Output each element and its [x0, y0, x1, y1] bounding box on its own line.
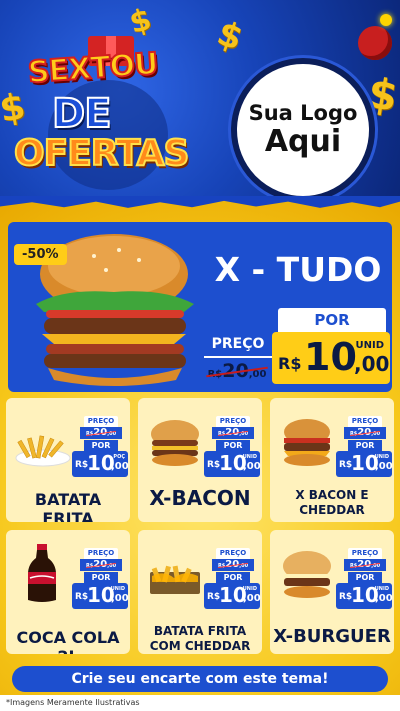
spark-icon: [380, 14, 392, 26]
old-price: R$20,00: [202, 360, 272, 382]
old-price-int: 20: [225, 427, 240, 438]
fries-cheddar-icon: [150, 565, 200, 594]
headline-line2: DE: [51, 91, 113, 137]
create-flyer-button[interactable]: Crie seu encarte com este tema!: [12, 666, 388, 692]
old-price: R$20,00: [344, 559, 386, 571]
price-label: PREÇO: [216, 416, 250, 427]
old-price: R$20,00: [344, 427, 386, 439]
product-name: BATATA FRITA COM CHEDDAR: [149, 624, 251, 653]
sale-label: POR: [84, 572, 118, 583]
sale-price: UNID R$ 10 ,00: [204, 583, 261, 609]
logo-text-line1: Sua Logo: [248, 100, 358, 125]
old-price: R$20,00: [80, 427, 122, 439]
fries-icon: [15, 435, 71, 467]
price-label: PREÇO: [84, 416, 118, 427]
featured-product-card[interactable]: -50% X - TUDO PREÇO R$20,00 POR UNID R$ …: [8, 222, 392, 392]
product-card[interactable]: PREÇO R$20,00 POR UNID R$ 10 ,00 X BACON…: [270, 398, 394, 522]
price-dec: ,00: [375, 593, 393, 604]
product-name: X-BACON: [149, 486, 251, 510]
discount-badge: -50%: [14, 244, 67, 265]
price-label-text: PREÇO: [211, 336, 265, 352]
logo-placeholder[interactable]: Sua Logo Aqui: [231, 58, 375, 202]
price-label: PREÇO: [204, 336, 272, 358]
old-price: R$20,00: [212, 427, 254, 439]
unit-label: UNID: [355, 340, 384, 351]
logo-text-line2: Aqui: [264, 124, 342, 160]
disclaimer: *Imagens Meramente Ilustrativas: [0, 695, 400, 711]
price-label: PREÇO: [84, 548, 118, 559]
price-dec: ,00: [111, 461, 129, 472]
old-price-int: 20: [357, 559, 372, 570]
old-price-dec: ,00: [248, 369, 267, 380]
product-card[interactable]: PREÇO R$20,00 POR UNID R$ 10 ,00 X-BURGU…: [270, 530, 394, 654]
price-dec: ,00: [375, 461, 393, 472]
old-price-dec: ,00: [371, 563, 381, 569]
sale-label: POR: [278, 308, 386, 332]
featured-product-name: X - TUDO: [214, 250, 382, 289]
burger-icon: [151, 420, 199, 466]
sale-price: UNID R$ 10 ,00: [72, 583, 129, 609]
old-price-dec: ,00: [371, 431, 381, 437]
burger-icon: [283, 551, 331, 598]
soda-bottle-icon: [28, 544, 56, 602]
sale-label: POR: [84, 440, 118, 451]
divider: [204, 356, 272, 358]
header: $ $ $ $ SEXTOU DE OFERTAS Sua Logo Aqui: [0, 0, 400, 208]
price-currency: R$: [278, 354, 302, 373]
bomb-icon: [358, 26, 392, 60]
sale-price: UNID R$ 10 ,00: [204, 451, 261, 477]
price-dec: ,00: [243, 593, 261, 604]
unit-label: POÇ: [113, 454, 125, 460]
old-price-dec: ,00: [239, 563, 249, 569]
price-label: PREÇO: [348, 548, 382, 559]
price-label: PREÇO: [348, 416, 382, 427]
old-price-dec: ,00: [239, 431, 249, 437]
product-card[interactable]: PREÇO R$20,00 POR UNID R$ 10 ,00 X-BACON: [138, 398, 262, 522]
burger-icon: [284, 419, 330, 466]
old-price-int: 20: [93, 559, 108, 570]
sale-label: POR: [348, 572, 382, 583]
price-dec: ,00: [354, 352, 390, 376]
price-label: PREÇO: [216, 548, 250, 559]
headline-line1: SEXTOU: [26, 46, 160, 92]
headline: SEXTOU DE OFERTAS: [8, 36, 213, 196]
product-card[interactable]: PREÇO R$20,00 POR UNID R$ 10 ,00 BATATA …: [138, 530, 262, 654]
product-card[interactable]: PREÇO R$20,00 POR UNID R$ 10 ,00 COCA CO…: [6, 530, 130, 654]
old-price: R$20,00: [80, 559, 122, 571]
price-int: 10: [304, 335, 357, 379]
sale-price: POÇ R$ 10 ,00: [72, 451, 129, 477]
old-price-int: 20: [225, 559, 240, 570]
price-dec: ,00: [243, 461, 261, 472]
product-card[interactable]: PREÇO R$20,00 POR POÇ R$ 10 ,00 BATATA F…: [6, 398, 130, 522]
headline-line3: OFERTAS: [13, 133, 190, 174]
flyer-page: $ $ $ $ SEXTOU DE OFERTAS Sua Logo Aqui: [0, 0, 400, 711]
old-price-currency: R$: [207, 369, 223, 380]
product-name: COCA COLA 2L: [16, 628, 120, 654]
product-name: X BACON E CHEDDAR: [295, 488, 369, 517]
price-dec: ,00: [111, 593, 129, 604]
old-price-dec: ,00: [107, 431, 117, 437]
old-price-dec: ,00: [107, 563, 117, 569]
dollar-icon: $: [211, 13, 248, 59]
sale-label: POR: [348, 440, 382, 451]
sale-label: POR: [216, 572, 250, 583]
product-name: BATATA FRITA: [34, 490, 102, 522]
product-name: X-BURGUER: [273, 626, 391, 647]
sale-label: POR: [216, 440, 250, 451]
old-price: R$20,00: [212, 559, 254, 571]
old-price-int: 20: [357, 427, 372, 438]
sale-price: UNID R$ 10 ,00: [336, 583, 393, 609]
old-price-int: 20: [93, 427, 108, 438]
sale-price: UNID R$ 10 ,00: [336, 451, 393, 477]
sale-price: UNID R$ 10 ,00: [272, 332, 390, 384]
old-price-int: 20: [222, 360, 249, 382]
